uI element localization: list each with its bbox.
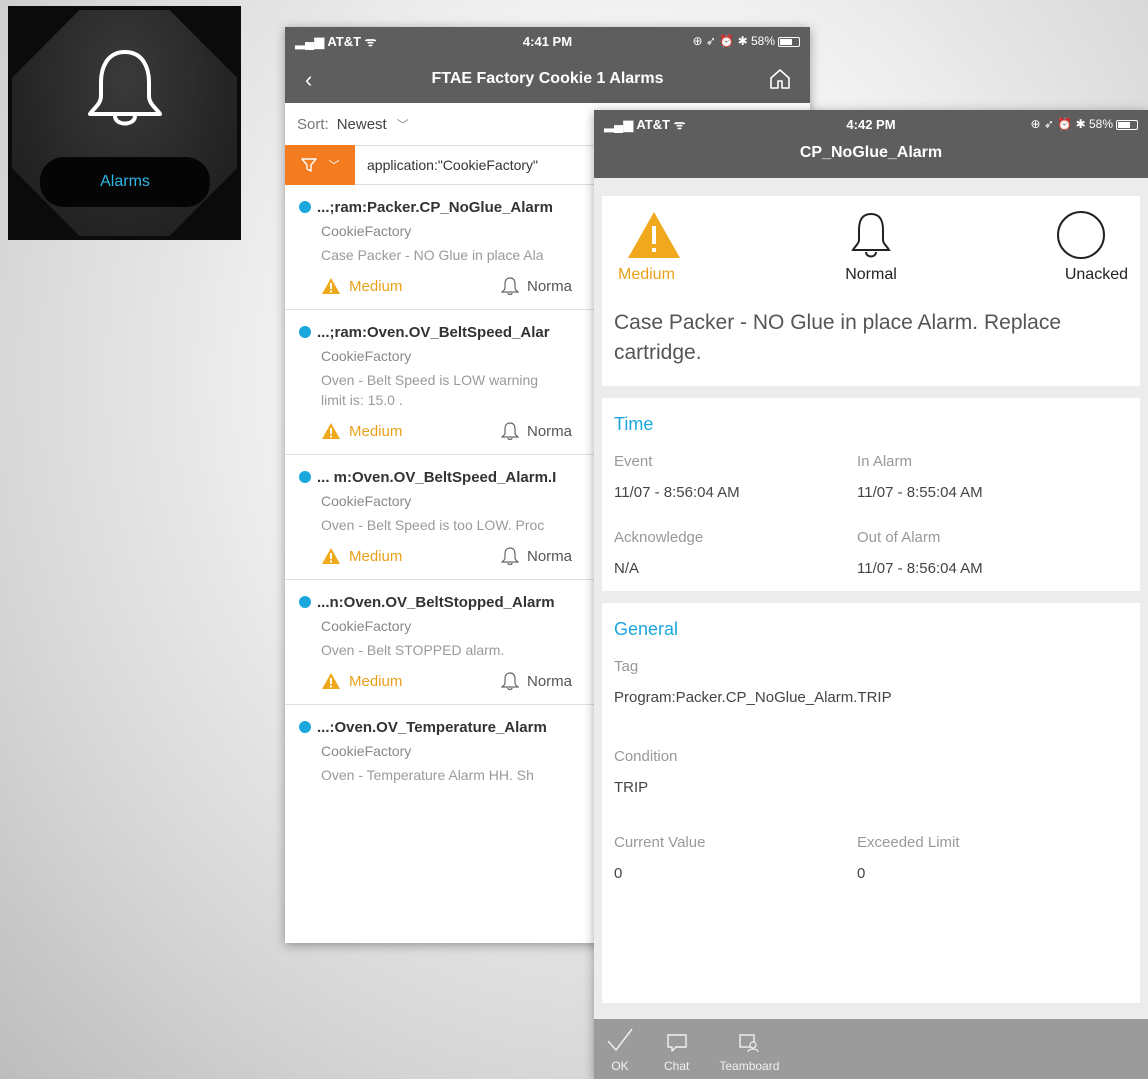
alarm-name: ...:Oven.OV_Temperature_Alarm [317,718,547,736]
battery-icon [1116,119,1138,130]
warning-icon [322,423,340,439]
ok-button[interactable]: OK [606,1027,634,1079]
detail-navbar: CP_NoGlue_Alarm [594,138,1148,178]
out-of-alarm-field: Out of Alarm 11/07 - 8:56:04 AM [857,529,983,577]
state-badge: Norma [501,546,572,566]
warning-icon [322,548,340,564]
unacked-dot-icon [299,721,311,733]
unacked-circle-icon [1057,211,1105,259]
bell-icon [88,50,162,126]
teamboard-button[interactable]: Teamboard [719,1033,779,1079]
funnel-icon [300,158,317,172]
state-label: Normal [845,266,897,283]
bell-icon [501,547,519,566]
in-alarm-field: In Alarm 11/07 - 8:55:04 AM [857,453,983,501]
warning-icon [628,212,680,258]
unacked-dot-icon [299,326,311,338]
bell-icon [501,277,519,296]
page-title: CP_NoGlue_Alarm [799,144,943,161]
status-bar: ▂▄▆ AT&T ᯤ 4:42 PM ⊕ ➶ ⏰ ✱ 58% [594,110,1148,138]
carrier-label: ▂▄▆ AT&T ᯤ [295,34,377,49]
bell-icon [501,422,519,441]
ack-indicator: Unacked [1008,210,1128,284]
severity-badge: Medium [321,422,501,440]
alarm-name: ...;ram:Packer.CP_NoGlue_Alarm [317,198,553,216]
filter-query[interactable]: application:"CookieFactory" [367,157,538,173]
alarm-name: ...n:Oven.OV_BeltStopped_Alarm [317,593,555,611]
severity-label: Medium [618,266,675,283]
bell-icon [501,672,519,691]
alarm-detail-screen: ▂▄▆ AT&T ᯤ 4:42 PM ⊕ ➶ ⏰ ✱ 58% CP_NoGlue… [594,110,1148,1079]
sort-label: Sort: [297,115,329,133]
home-icon[interactable] [768,67,792,91]
unacked-dot-icon [299,471,311,483]
bell-icon [851,212,891,258]
section-heading: Time [614,414,654,434]
acknowledge-field: Acknowledge N/A [614,529,704,577]
exceeded-limit-field: Exceeded Limit 0 [857,834,960,882]
time-section: Time Event 11/07 - 8:56:04 AM In Alarm 11/… [602,398,1140,591]
page-title: FTAE Factory Cookie 1 Alarms [431,70,664,87]
severity-indicator: Medium [614,210,734,284]
unacked-dot-icon [299,596,311,608]
section-heading: General [614,619,679,639]
event-field: Event 11/07 - 8:56:04 AM [614,453,740,501]
general-section: General Tag Program:Packer.CP_NoGlue_Alar… [602,603,1140,1003]
filter-button[interactable]: ﹀ [285,145,355,185]
condition-field: Condition TRIP [614,748,678,796]
tile-label: Alarms [100,173,150,190]
back-button[interactable]: ‹ [305,67,312,93]
chevron-down-icon: ﹀ [328,160,340,172]
severity-badge: Medium [321,547,501,565]
severity-badge: Medium [321,672,501,690]
warning-icon [322,673,340,689]
chat-button[interactable]: Chat [664,1033,689,1079]
teamboard-icon [739,1034,759,1053]
action-tab-bar: OK Chat Teamboard [594,1019,1148,1079]
warning-icon [322,278,340,294]
checkmark-icon [607,1028,633,1052]
current-value-field: Current Value 0 [614,834,706,882]
chat-bubble-icon [666,1034,687,1052]
list-navbar: ‹ FTAE Factory Cookie 1 Alarms [285,55,810,103]
status-right: ⊕ ➶ ⏰ ✱ 58% [693,34,800,48]
battery-icon [778,36,800,47]
chevron-down-icon: ﹀ [396,117,409,132]
state-badge: Norma [501,276,572,296]
status-right: ⊕ ➶ ⏰ ✱ 58% [1031,117,1138,131]
state-badge: Norma [501,671,572,691]
sort-value: Newest [336,115,387,133]
state-badge: Norma [501,421,572,441]
unacked-dot-icon [299,201,311,213]
status-bar: ▂▄▆ AT&T ᯤ 4:41 PM ⊕ ➶ ⏰ ✱ 58% [285,27,810,55]
tag-field: Tag Program:Packer.CP_NoGlue_Alarm.TRIP [614,658,892,706]
alarm-summary-card: Medium Normal Unacked Case Packer - NO G… [602,196,1140,386]
ack-label: Unacked [1064,266,1128,283]
carrier-label: ▂▄▆ AT&T ᯤ [604,117,686,132]
alarm-name: ... m:Oven.OV_BeltSpeed_Alarm.I [317,468,557,486]
state-indicator: Normal [811,210,931,284]
alarms-app-tile[interactable]: Alarms [8,6,241,240]
alarm-description: Case Packer - NO Glue in place Alarm. Re… [614,311,1062,364]
severity-badge: Medium [321,277,501,295]
alarm-name: ...;ram:Oven.OV_BeltSpeed_Alar [317,323,550,341]
